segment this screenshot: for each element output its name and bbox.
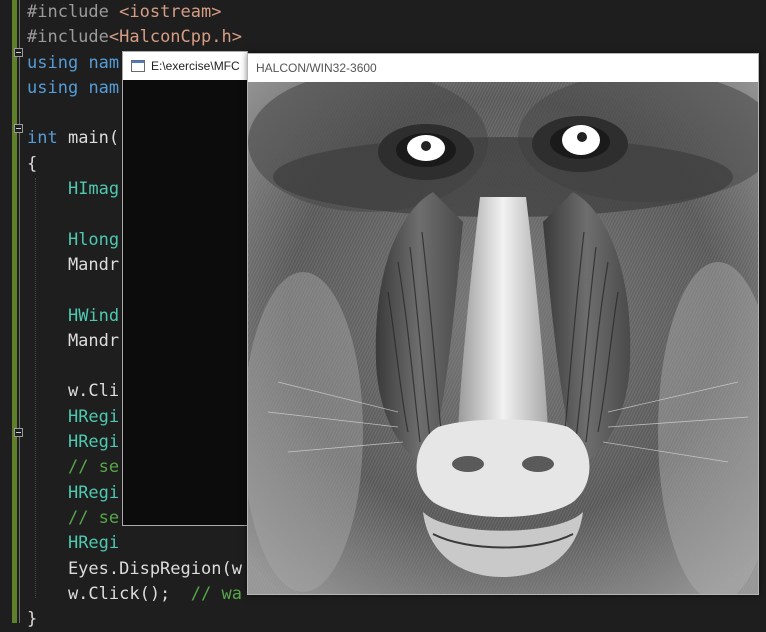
code-token: HWind xyxy=(67,305,120,326)
code-token: Hlong xyxy=(67,229,120,250)
halcon-title: HALCON/WIN32-3600 xyxy=(256,61,377,75)
console-title-bar[interactable]: E:\exercise\MFC xyxy=(123,52,247,80)
collapse-main-icon[interactable] xyxy=(14,124,23,133)
code-token: Mandr xyxy=(27,330,120,351)
halcon-title-bar[interactable]: HALCON/WIN32-3600 xyxy=(248,54,758,82)
console-app-icon xyxy=(131,60,145,72)
code-token: nam xyxy=(88,77,120,98)
code-line[interactable]: w.Click(); // wa xyxy=(27,582,242,607)
code-token: w.Click(); xyxy=(27,583,191,604)
change-margin xyxy=(12,0,17,623)
code-token: #include xyxy=(27,2,120,22)
collapse-block-icon[interactable] xyxy=(14,428,23,437)
code-line[interactable]: #include<HalconCpp.h> xyxy=(27,25,242,50)
halcon-window[interactable]: HALCON/WIN32-3600 xyxy=(247,53,759,595)
mandrill-drawing xyxy=(248,82,758,594)
code-token: using xyxy=(27,77,79,98)
console-title: E:\exercise\MFC xyxy=(151,59,240,73)
code-token: nam xyxy=(88,52,120,73)
code-token: { xyxy=(27,153,38,174)
code-token: // se xyxy=(67,507,120,528)
outline-margin xyxy=(19,0,20,623)
code-token: // wa xyxy=(190,583,242,604)
code-token: main( xyxy=(57,128,120,149)
mandrill-image[interactable] xyxy=(248,82,758,594)
code-token: <HalconCpp.h> xyxy=(108,27,242,48)
code-token: HRegi xyxy=(67,432,120,453)
code-line[interactable]: HRegi xyxy=(27,531,242,556)
console-window[interactable]: E:\exercise\MFC xyxy=(122,51,248,526)
code-token: int xyxy=(27,128,58,149)
code-token: Mandr xyxy=(27,254,120,275)
code-line[interactable]: Eyes.DispRegion(w xyxy=(27,557,242,582)
code-token: Eyes.DispRegion(w xyxy=(27,558,242,579)
code-token: <iostream> xyxy=(119,2,222,22)
code-token: } xyxy=(27,609,38,630)
code-token: HRegi xyxy=(67,482,120,503)
code-token: HRegi xyxy=(67,406,120,427)
code-token: // se xyxy=(67,457,120,478)
code-token: using xyxy=(27,52,79,73)
code-token: w.Cli xyxy=(27,381,120,402)
code-line[interactable]: } xyxy=(27,607,242,632)
code-token: HImag xyxy=(67,179,120,200)
code-token: #include xyxy=(27,27,109,48)
code-token: HRegi xyxy=(67,533,120,554)
collapse-using-icon[interactable] xyxy=(14,48,23,57)
code-line[interactable]: #include <iostream> xyxy=(27,0,242,25)
